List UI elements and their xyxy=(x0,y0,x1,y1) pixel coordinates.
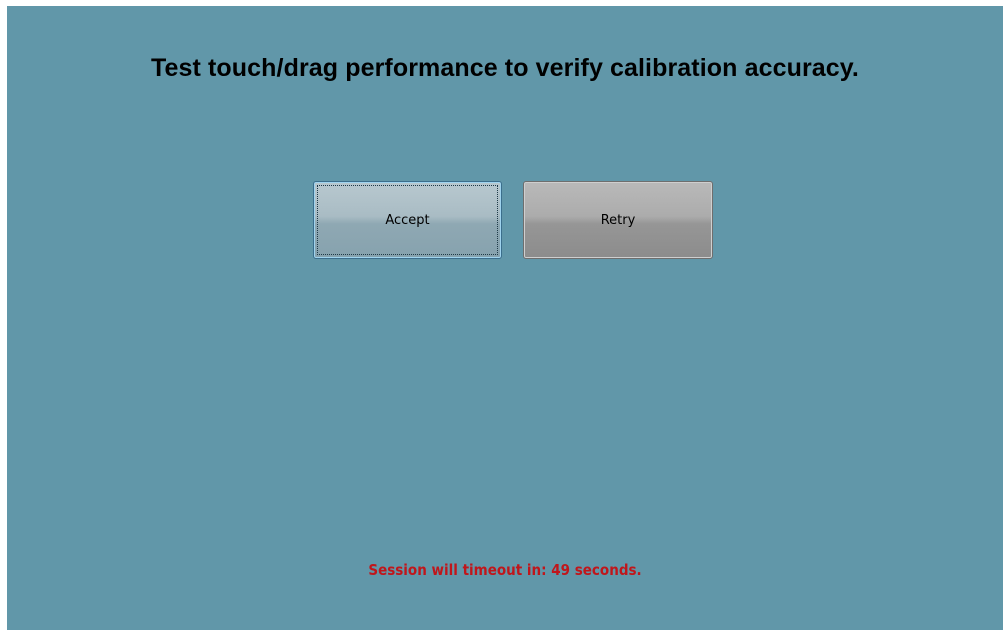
retry-button[interactable]: Retry xyxy=(523,181,713,259)
calibration-test-screen: Test touch/drag performance to verify ca… xyxy=(7,6,1003,630)
accept-button[interactable]: Accept xyxy=(313,181,502,259)
accept-button-label: Accept xyxy=(385,212,430,228)
session-timeout-message: Session will timeout in: 49 seconds. xyxy=(368,561,642,579)
retry-button-label: Retry xyxy=(600,212,636,228)
page-title: Test touch/drag performance to verify ca… xyxy=(151,54,859,82)
